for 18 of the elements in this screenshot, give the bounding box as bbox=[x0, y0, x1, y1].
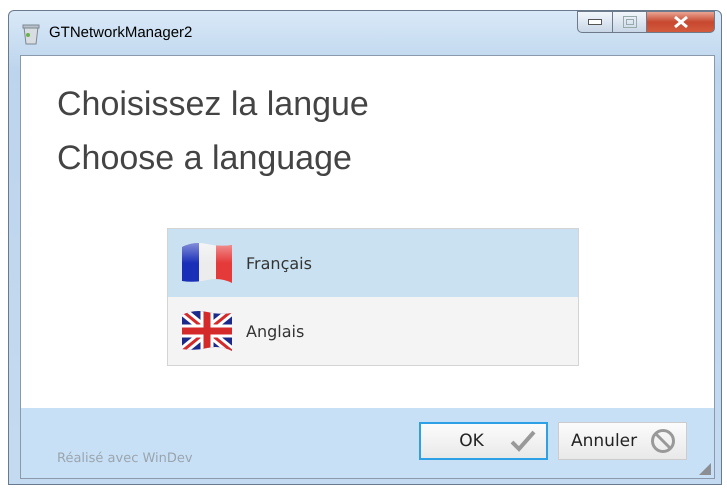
window-title: GTNetworkManager2 bbox=[49, 24, 192, 41]
app-icon bbox=[21, 23, 41, 45]
maximize-button[interactable] bbox=[613, 11, 647, 33]
prohibited-icon bbox=[650, 428, 676, 454]
close-icon bbox=[672, 15, 688, 29]
language-item[interactable]: Anglais bbox=[168, 297, 578, 365]
ok-button[interactable]: OK bbox=[419, 422, 548, 460]
minimize-button[interactable] bbox=[577, 11, 613, 33]
heading: Choose a language bbox=[57, 138, 353, 179]
resize-grip[interactable] bbox=[699, 463, 711, 475]
credit-text: Réalisé avec WinDev bbox=[57, 450, 193, 466]
maximize-icon bbox=[622, 16, 636, 28]
heading: Choisissez la langue bbox=[57, 84, 370, 125]
minimize-icon bbox=[588, 19, 602, 25]
cancel-button[interactable]: Annuler bbox=[558, 422, 687, 460]
checkmark-icon bbox=[510, 430, 536, 452]
close-button[interactable] bbox=[647, 11, 715, 33]
language-item[interactable]: Français bbox=[168, 229, 578, 297]
